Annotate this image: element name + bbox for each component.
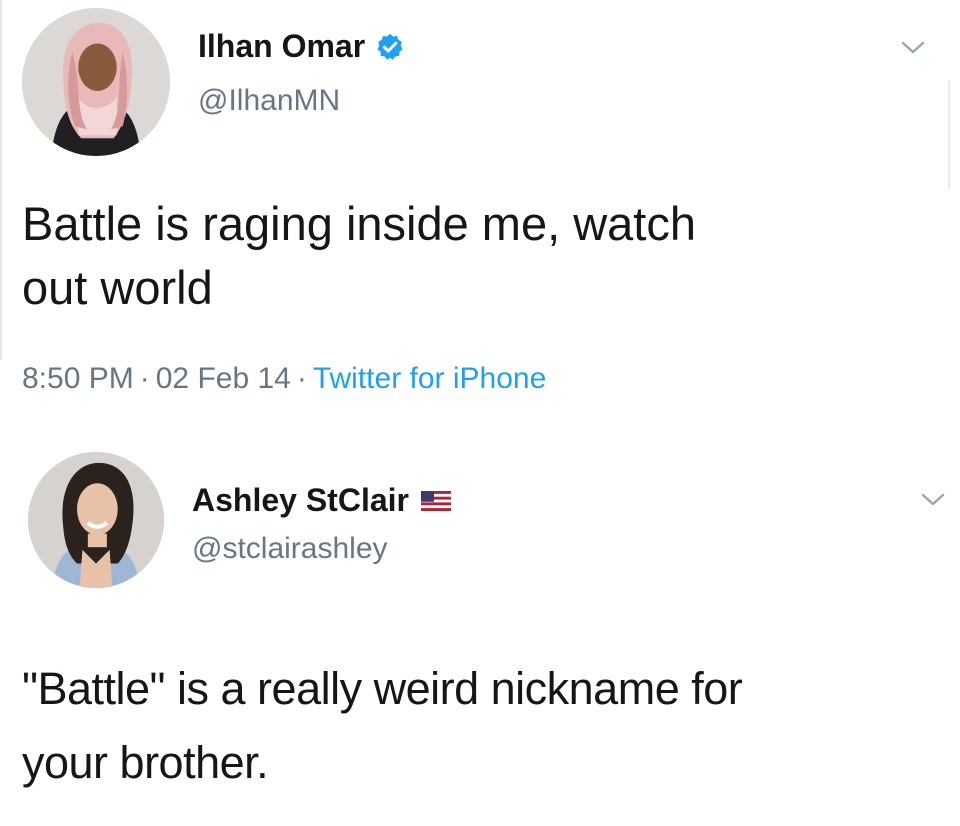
tweet-text-line: your brother. bbox=[22, 737, 269, 788]
tweet-metadata: 8:50 PM · 02 Feb 14 · Twitter for iPhone bbox=[22, 362, 546, 396]
tweet-text-line: "Battle" is a really weird nickname for bbox=[22, 663, 743, 714]
tweet-text: "Battle" is a really weird nickname for … bbox=[22, 652, 922, 800]
separator-dot: · bbox=[139, 362, 150, 395]
tweet-text-line: Battle is raging inside me, watch bbox=[22, 197, 696, 250]
chevron-down-icon[interactable] bbox=[920, 492, 946, 508]
tweet-source-link[interactable]: Twitter for iPhone bbox=[313, 362, 546, 395]
avatar-photo-icon bbox=[22, 8, 170, 156]
separator-dot: · bbox=[296, 362, 307, 395]
author-handle[interactable]: @IlhanMN bbox=[198, 84, 340, 118]
tweet-text-line: out world bbox=[22, 261, 213, 314]
tweet: Ilhan Omar @IlhanMN Battle is raging ins… bbox=[0, 0, 960, 420]
author-display-name[interactable]: Ashley StClair bbox=[192, 482, 409, 519]
author-handle[interactable]: @stclairashley bbox=[192, 532, 388, 566]
avatar-photo-icon bbox=[28, 452, 164, 588]
author-display-name[interactable]: Ilhan Omar bbox=[198, 28, 365, 65]
author-avatar[interactable] bbox=[28, 452, 164, 588]
author-avatar[interactable] bbox=[22, 8, 170, 156]
tweet-text: Battle is raging inside me, watch out wo… bbox=[22, 192, 922, 320]
verified-badge-icon bbox=[375, 32, 405, 62]
author-name-row: Ilhan Omar bbox=[198, 28, 405, 65]
chevron-down-icon[interactable] bbox=[900, 40, 926, 56]
author-name-row: Ashley StClair bbox=[192, 482, 451, 519]
tweet: Ashley StClair @stclairashley "Battle" i… bbox=[0, 440, 960, 826]
us-flag-icon bbox=[420, 490, 451, 511]
tweet-time[interactable]: 8:50 PM bbox=[22, 362, 134, 395]
tweet-date[interactable]: 02 Feb 14 bbox=[156, 362, 291, 395]
